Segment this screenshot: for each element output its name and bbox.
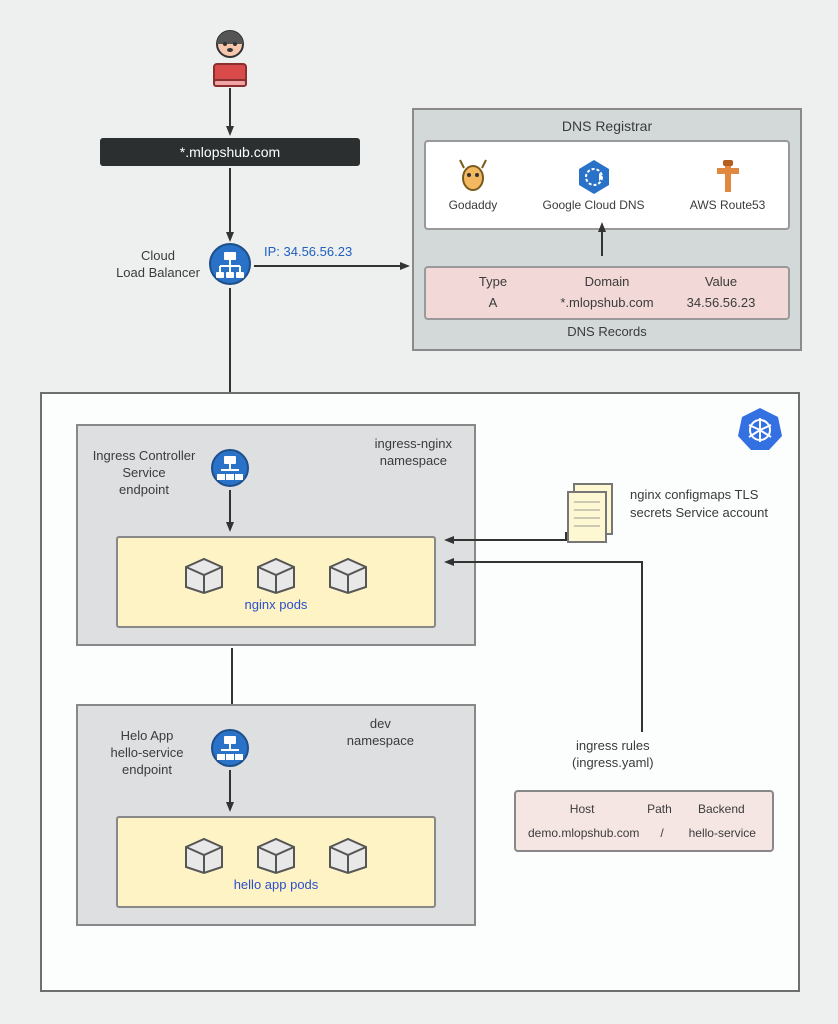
dns-rec-value: 34.56.56.23 [664,295,778,310]
dns-records-title: DNS Records [424,324,790,339]
ip-label: IP: 34.56.56.23 [264,244,352,259]
dev-namespace: dev namespace Helo App hello-service end… [76,704,476,926]
registrar-route53-label: AWS Route53 [690,198,766,212]
ing-hdr-path: Path [636,802,682,816]
ingress-rules-table: Host Path Backend demo.mlopshub.com / he… [514,790,774,852]
registrar-route53: AWS Route53 [690,158,766,212]
nginx-pods-label: nginx pods [245,597,308,612]
dns-records-table: Type Domain Value A *.mlopshub.com 34.56… [424,266,790,320]
config-docs-label: nginx configmaps TLS secrets Service acc… [630,486,798,522]
godaddy-icon [458,158,488,194]
pod-icon [326,833,370,873]
pod-icon [182,833,226,873]
pod-icon [254,833,298,873]
kubernetes-cluster: ingress-nginx namespace Ingress Controll… [40,392,800,992]
ing-row-host: demo.mlopshub.com [528,826,639,840]
dns-registrar-title: DNS Registrar [424,118,790,134]
registrar-godaddy-label: Godaddy [449,198,498,212]
ing-row-path: / [639,826,684,840]
ns2-svc-label: Helo App hello-service endpoint [92,728,202,779]
kubernetes-icon [738,406,782,453]
dns-hdr-value: Value [664,274,778,289]
dns-registrar-panel: DNS Registrar Godaddy Google Cloud DNS [412,108,802,351]
ns1-service-icon [210,448,250,491]
ns2-service-icon [210,728,250,771]
dns-rec-domain: *.mlopshub.com [550,295,664,310]
ingress-rules-row: demo.mlopshub.com / hello-service [528,826,760,840]
route53-icon [713,158,743,194]
ing-hdr-backend: Backend [683,802,760,816]
load-balancer-icon [208,242,252,289]
registrar-gcloud: Google Cloud DNS [543,158,645,212]
cloud-lb-label: Cloud Load Balancer [108,248,208,282]
gcloud-dns-icon [575,158,613,194]
user-at-laptop-icon [204,28,256,89]
pod-icon [254,553,298,593]
arrow-lb-to-dns [254,262,410,270]
arrow-user-to-domain [226,88,234,136]
registrar-gcloud-label: Google Cloud DNS [543,198,645,212]
arrow-configs-to-pods [442,532,570,556]
domain-bar-text: *.mlopshub.com [180,144,280,160]
ingress-rules-title: ingress rules (ingress.yaml) [572,738,654,772]
ns2-tag: dev namespace [347,716,414,750]
ingress-rules-header: Host Path Backend [528,802,760,816]
dns-hdr-domain: Domain [550,274,664,289]
nginx-pods-box: nginx pods [116,536,436,628]
registrar-box: Godaddy Google Cloud DNS AWS Route53 [424,140,790,230]
ns1-svc-label: Ingress Controller Service endpoint [84,448,204,499]
registrar-godaddy: Godaddy [449,158,498,212]
pod-icon [326,553,370,593]
arrow-records-to-registrar [598,222,606,256]
dns-records-row: A *.mlopshub.com 34.56.56.23 [436,295,778,310]
dns-rec-type: A [436,295,550,310]
arrow-ns1-svc-to-pods [226,490,234,532]
ingress-nginx-namespace: ingress-nginx namespace Ingress Controll… [76,424,476,646]
hello-app-pods-label: hello app pods [234,877,319,892]
ing-hdr-host: Host [528,802,636,816]
dns-hdr-type: Type [436,274,550,289]
hello-app-pods-box: hello app pods [116,816,436,908]
arrow-domain-to-lb [226,168,234,242]
pod-icon [182,553,226,593]
ns1-tag: ingress-nginx namespace [375,436,452,470]
config-docs-icon [562,482,618,551]
ing-row-backend: hello-service [685,826,760,840]
arrow-ns2-svc-to-pods [226,770,234,812]
dns-records-header: Type Domain Value [436,274,778,289]
domain-bar: *.mlopshub.com [100,138,360,166]
